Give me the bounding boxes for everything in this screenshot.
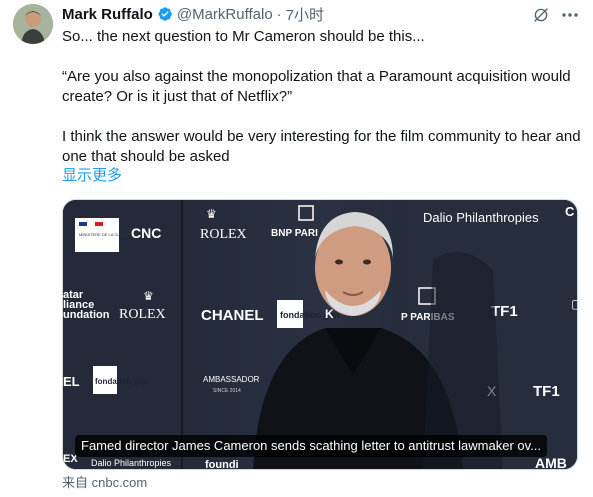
dalio-logo: Dalio Philanthropies — [423, 210, 539, 225]
amb-partial: AMB — [535, 455, 567, 470]
author-handle[interactable]: @MarkRuffalo — [177, 6, 273, 23]
square-partial: ▢ — [571, 297, 578, 311]
bnp-logo: BNP PARI — [271, 228, 318, 239]
tweet-text: So... the next question to Mr Cameron sh… — [62, 27, 582, 167]
link-source[interactable]: 来自 cnbc.com — [62, 474, 147, 491]
media-image: MINISTÈRE DE LA CULTURE CNC ROLEX ♛ BNP … — [63, 200, 578, 470]
avatar-image — [13, 4, 53, 44]
tf1-logo: TF1 — [533, 383, 560, 400]
tweet-timestamp[interactable]: 7小时 — [286, 4, 324, 25]
rolex-crown-icon: ♛ — [143, 289, 154, 303]
tweet-paragraph: I think the answer would be very interes… — [62, 128, 581, 165]
ambassador-text: AMBASSADOR — [203, 375, 260, 384]
rolex-logo: ROLEX — [200, 227, 247, 242]
gan-logo: fondation gan — [95, 377, 148, 386]
dalio-logo: Dalio Philanthropies — [91, 458, 172, 468]
avatar[interactable] — [13, 4, 53, 44]
media-caption: Famed director James Cameron sends scath… — [75, 435, 548, 457]
c-logo-partial: C — [565, 204, 575, 219]
verified-badge-icon — [157, 6, 173, 22]
more-options-icon[interactable] — [558, 4, 582, 26]
alliance-text-3: undation — [63, 309, 110, 321]
tweet-paragraph: So... the next question to Mr Cameron sh… — [62, 28, 425, 45]
grok-icon[interactable] — [530, 4, 552, 26]
tweet-header: Mark Ruffalo @MarkRuffalo · 7小时 — [62, 4, 324, 24]
cnc-logo: CNC — [131, 225, 161, 241]
chanel-logo: CHANEL — [201, 307, 264, 324]
rolex-crown-icon: ♛ — [206, 207, 217, 221]
media-card[interactable]: MINISTÈRE DE LA CULTURE CNC ROLEX ♛ BNP … — [62, 199, 578, 470]
ambassador-sub: SINCE 2014 — [213, 388, 241, 394]
k-partial: K — [325, 307, 334, 321]
author-name[interactable]: Mark Ruffalo — [62, 6, 153, 23]
el-partial: EL — [63, 374, 80, 389]
ministry-logo-text: MINISTÈRE DE LA CULTURE — [79, 232, 133, 237]
show-more-link[interactable]: 显示更多 — [62, 166, 122, 186]
tweet-paragraph: “Are you also against the monopolization… — [62, 68, 571, 105]
rolex-logo: ROLEX — [119, 307, 166, 322]
foundation-partial: foundi — [205, 459, 239, 470]
separator-dot: · — [276, 5, 282, 23]
